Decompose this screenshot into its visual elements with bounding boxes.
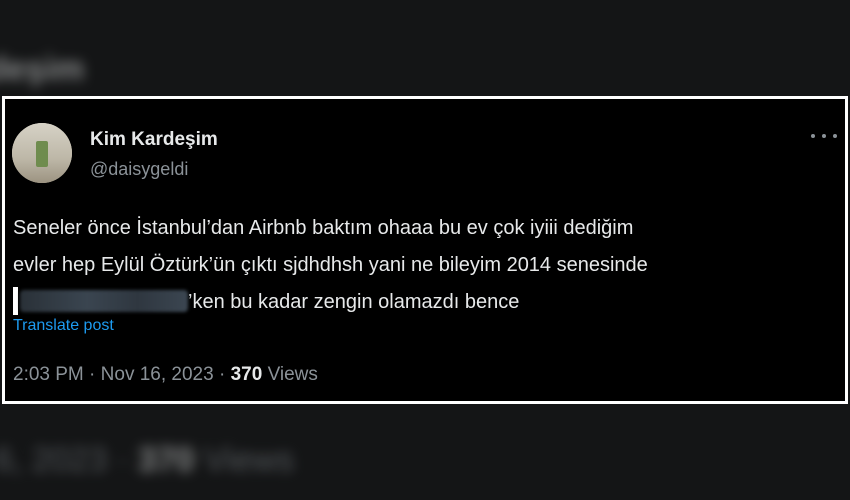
views-label: Views [267, 364, 318, 385]
more-dot [822, 134, 826, 138]
blurred-background-date: 6, 2023 · [0, 441, 129, 479]
tweet-card: Kim Kardeşim @daisygeldi Seneler önce İs… [2, 96, 848, 404]
more-dot [833, 134, 837, 138]
user-handle[interactable]: @daisygeldi [90, 159, 188, 180]
tweet-text-line-3: ’ken bu kadar zengin olamazdı bence [13, 284, 843, 321]
view-count: 370 [230, 364, 263, 385]
more-options-icon[interactable] [811, 129, 837, 143]
translate-post-link[interactable]: Translate post [13, 317, 114, 335]
tweet-text: Seneler önce İstanbul’dan Airbnb baktım … [13, 210, 843, 321]
tweet-text-line-3-content: ’ken bu kadar zengin olamazdı bence [188, 291, 520, 313]
blurred-background-name: deşim [0, 50, 85, 88]
avatar-figure [36, 141, 48, 167]
meta-separator: · [218, 364, 231, 385]
blurred-background-views: Views [203, 441, 294, 479]
edit-cursor-mark [13, 287, 18, 315]
tweet-meta: 2:03 PM · Nov 16, 2023 · 370 Views [13, 364, 318, 386]
blurred-background-meta: 6, 2023 · 370 Views [0, 441, 294, 480]
tweet-date[interactable]: Nov 16, 2023 [101, 364, 214, 385]
tweet-text-line-1: Seneler önce İstanbul’dan Airbnb baktım … [13, 217, 634, 239]
tweet-text-line-2: evler hep Eylül Öztürk’ün çıktı sjdhdhsh… [13, 254, 648, 276]
tweet-time[interactable]: 2:03 PM [13, 364, 84, 385]
avatar[interactable] [12, 123, 72, 183]
meta-separator: · [89, 364, 101, 385]
display-name[interactable]: Kim Kardeşim [90, 129, 218, 151]
blurred-background-count: 370 [137, 441, 195, 479]
redacted-name [20, 290, 188, 312]
more-dot [811, 134, 815, 138]
